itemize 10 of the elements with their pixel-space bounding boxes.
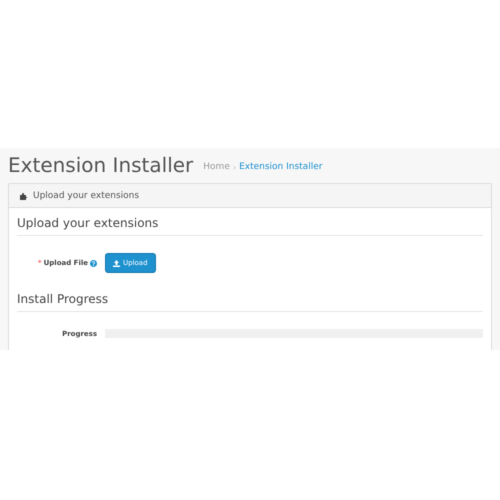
puzzle-icon xyxy=(19,192,28,200)
section-title: Install Progress xyxy=(17,290,483,312)
help-icon xyxy=(90,260,97,266)
page-title: Extension Installer xyxy=(8,153,194,177)
breadcrumb-link[interactable]: Home xyxy=(203,162,230,172)
panel-heading: Upload your extensions xyxy=(33,190,140,200)
section-title: Upload your extensions xyxy=(17,214,483,236)
breadcrumb-link[interactable]: Extension Installer xyxy=(239,162,322,172)
upload-icon xyxy=(113,260,120,266)
breadcrumb-separator: › xyxy=(232,162,236,172)
